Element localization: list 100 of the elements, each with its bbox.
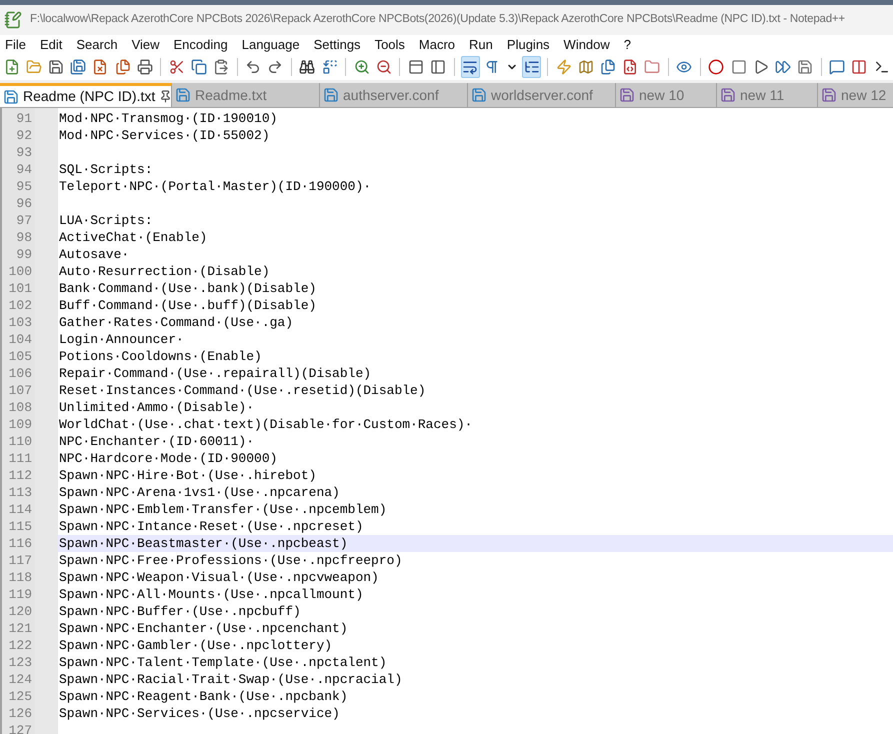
menu-item[interactable]: View: [132, 34, 160, 54]
line-number: 94: [15, 161, 33, 178]
code-line: Spawn·NPC·Services·(Use·.npcservice): [59, 706, 340, 721]
code-line: Unlimited·Ammo·(Disable)·: [59, 400, 254, 415]
notepad-icon: [4, 11, 22, 29]
menu-item[interactable]: ?: [624, 34, 632, 54]
line-number: 127: [8, 722, 33, 734]
file-tab[interactable]: Readme (NPC ID).txt: [0, 83, 172, 107]
code-line: Spawn·NPC·Weapon·Visual·(Use·.npcvweapon): [59, 570, 379, 585]
tab-label: new 11: [740, 86, 784, 104]
code-line: Buff·Command·(Use·.buff)(Disable): [59, 298, 316, 313]
folder-icon: [644, 59, 660, 75]
code-line: ActiveChat·(Enable): [59, 230, 208, 245]
panel-icon: [408, 59, 424, 75]
window-title: F:\localwow\Repack AzerothCore NPCBots 2026\Repack AzerothCore NPCBots(2026)(Update 5.3)\Repack AzerothCore NPCBots\Readme (NPC ID).txt - Notepad++: [30, 12, 845, 28]
code-line: Spawn·NPC·Enchanter·(Use·.npcenchant): [59, 621, 348, 636]
line-number: 113: [8, 484, 33, 501]
line-number: 118: [8, 569, 33, 586]
menu-item[interactable]: Encoding: [174, 34, 228, 54]
menu-item[interactable]: File: [5, 34, 26, 54]
code-line: Spawn·NPC·Reagent·Bank·(Use·.npcbank): [59, 689, 348, 704]
line-number: 92: [15, 127, 33, 144]
code-line: Spawn·NPC·Talent·Template·(Use·.npctalent): [59, 655, 387, 670]
tab-label: new 10: [639, 86, 684, 104]
tab-label: worldserver.conf: [491, 86, 593, 104]
line-number: 101: [8, 280, 33, 297]
line-number: 111: [8, 450, 33, 467]
code-line: Repair·Command·(Use·.repairall)(Disable): [59, 366, 372, 381]
code-line: Spawn·NPC·Free·Professions·(Use·.npcfreepro): [59, 553, 402, 568]
line-number: 107: [8, 382, 33, 399]
line-number: 120: [8, 603, 33, 620]
documents-icon: [114, 59, 131, 75]
tab-label: new 12: [841, 86, 886, 104]
line-number: 123: [8, 654, 33, 671]
line-number: 109: [8, 416, 33, 433]
zoom-out-icon: [376, 59, 392, 75]
menu-item[interactable]: Edit: [40, 34, 62, 54]
menu-item[interactable]: Language: [242, 34, 300, 54]
line-number: 114: [8, 501, 33, 518]
panel-icon: [430, 59, 446, 75]
redo-icon: [267, 59, 284, 75]
code-line: Reset·Instances·Command·(Use·.resetid)(Disable): [59, 383, 426, 398]
play-icon: [752, 59, 769, 75]
pin-icon[interactable]: [159, 90, 172, 103]
replace-icon: [322, 59, 338, 75]
line-number: 91: [15, 110, 33, 127]
printer-icon: [136, 59, 153, 75]
line-number: 115: [8, 518, 33, 535]
line-number: 105: [8, 348, 33, 365]
map-icon: [578, 59, 594, 75]
columns-icon: [851, 59, 868, 75]
wrap-text-icon: [462, 59, 478, 75]
menu-item[interactable]: Run: [469, 34, 493, 54]
line-number: 102: [8, 297, 33, 314]
code-line: SQL·Scripts:: [59, 162, 153, 177]
line-number: 116: [8, 535, 33, 552]
line-number: 126: [8, 705, 33, 722]
tab-label: authserver.conf: [343, 86, 439, 104]
menu-item[interactable]: Window: [564, 34, 610, 54]
menu-item[interactable]: Macro: [418, 34, 456, 54]
stop-icon: [730, 59, 747, 75]
code-line: Spawn·NPC·Beastmaster·(Use·.npcbeast): [59, 536, 348, 551]
code-line: Auto·Resurrection·(Disable): [59, 264, 270, 279]
close-file-icon: [92, 59, 108, 75]
line-number: 98: [15, 229, 33, 246]
menu-item[interactable]: Tools: [374, 34, 405, 54]
line-number: 100: [8, 263, 33, 280]
code-line: Spawn·NPC·Gambler·(Use·.npclottery): [59, 638, 332, 653]
pilcrow-icon: [484, 59, 500, 75]
wrap-text-button[interactable]: [460, 56, 480, 78]
code-line: NPC·Hardcore·Mode·(ID·90000): [59, 451, 278, 466]
code-line: Spawn·NPC·All·Mounts·(Use·.npcallmount): [59, 587, 364, 602]
menu-item[interactable]: Plugins: [506, 34, 550, 54]
line-number: 117: [8, 552, 33, 569]
zoom-in-icon: [354, 59, 370, 75]
tab-label: Readme (NPC ID).txt: [23, 87, 156, 106]
line-number: 119: [8, 586, 33, 603]
line-number: 103: [8, 314, 33, 331]
scissors-icon: [168, 59, 185, 75]
indent-guide-button[interactable]: [522, 56, 542, 78]
code-line: Potions·Cooldowns·(Enable): [59, 349, 262, 364]
code-line: Bank·Command·(Use·.bank)(Disable): [59, 281, 316, 296]
code-line: Spawn·NPC·Hire·Bot·(Use·.hirebot): [59, 468, 316, 483]
new-file-icon: [4, 59, 20, 75]
binoculars-icon: [299, 59, 316, 75]
save-all-icon: [70, 59, 86, 75]
save-icon: [48, 59, 64, 75]
copy-icon: [190, 59, 207, 75]
undo-icon: [245, 59, 262, 75]
menu-item[interactable]: Search: [76, 34, 118, 54]
code-line: Spawn·NPC·Racial·Trait·Swap·(Use·.npcracial): [59, 672, 402, 687]
line-number: 93: [15, 144, 33, 161]
code-line: Spawn·NPC·Buffer·(Use·.npcbuff): [59, 604, 301, 619]
eye-icon: [676, 59, 692, 75]
line-number: 95: [15, 178, 33, 195]
menu-item[interactable]: Settings: [314, 34, 361, 54]
line-number: 108: [8, 399, 33, 416]
line-number: 124: [8, 671, 33, 688]
code-line: Login·Announcer·: [59, 332, 184, 347]
line-number: 97: [15, 212, 33, 229]
